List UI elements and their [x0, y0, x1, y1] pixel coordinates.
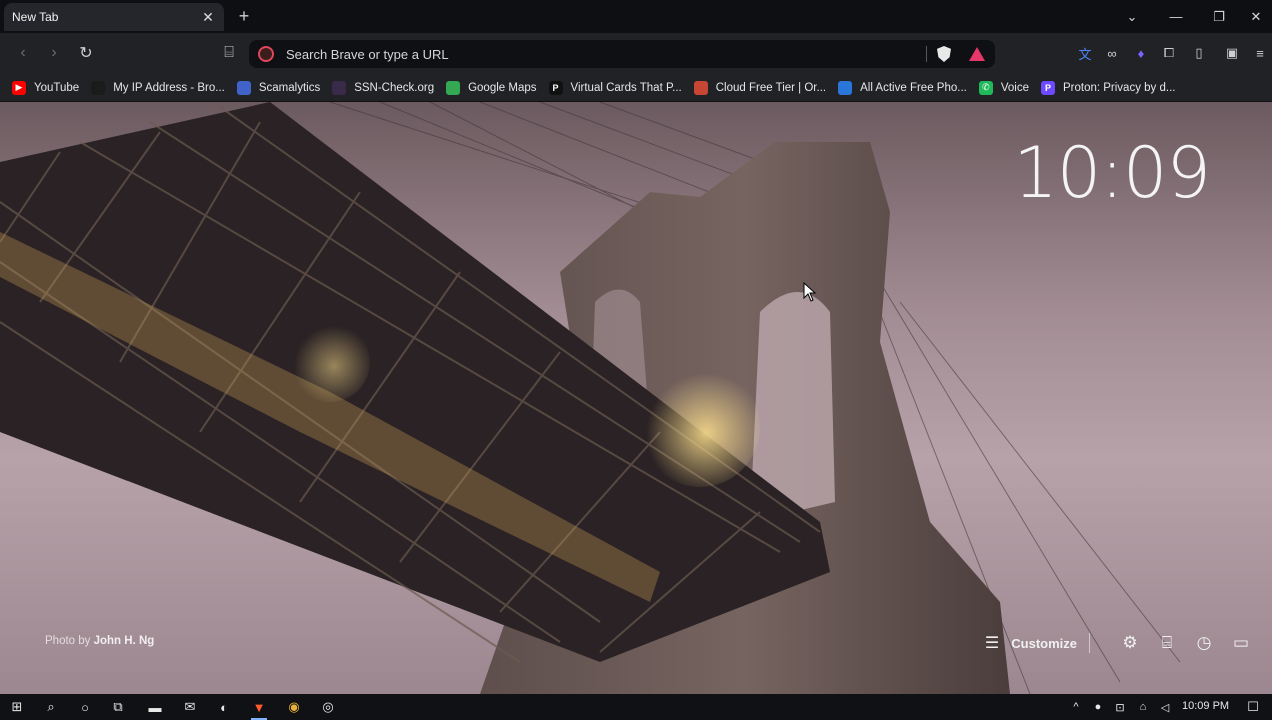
bookmark-label: Google Maps	[468, 81, 537, 94]
glasses-icon[interactable]: ∞	[1102, 43, 1122, 63]
network-share-icon[interactable]: ⊡	[1110, 697, 1130, 717]
phone-icon: ✆	[978, 80, 993, 95]
tab-title: New Tab	[12, 10, 59, 24]
bookmarks-bar: ▶ YouTube My IP Address - Bro... Scamalytic…	[0, 74, 1272, 102]
bookmark-item[interactable]: Cloud Free Tier | Or...	[692, 77, 832, 99]
bookmark-label: Proton: Privacy by d...	[1062, 81, 1176, 94]
taskbar-clock[interactable]: 10:09 PM	[1182, 700, 1229, 712]
microphone-icon[interactable]: ●	[1088, 697, 1108, 717]
bookmark-item[interactable]: All Active Free Pho...	[836, 77, 973, 99]
youtube-icon: ▶	[12, 80, 26, 95]
clock: 10:09	[1013, 132, 1211, 214]
file-explorer-icon[interactable]: ▬	[145, 697, 165, 717]
puzzle-icon[interactable]: ⧠	[1159, 43, 1179, 63]
chrome-icon[interactable]: ◉	[284, 697, 304, 717]
customize-icon: ☰	[984, 635, 1000, 652]
wallet-icon[interactable]: ▣	[1222, 43, 1242, 63]
taskbar: 10:09 PM ☐ ⊞ ⌕ ○ ⧉ ▬ ✉ ◐ ▼ ◉ ◎ ^ ● ⊡ ⌂ ◁	[0, 694, 1272, 720]
brave-shields-icon[interactable]	[937, 46, 951, 62]
search-icon[interactable]: ⌕	[41, 697, 61, 717]
notification-center-icon[interactable]: ☐	[1243, 697, 1263, 717]
bookmark-item[interactable]: Google Maps	[444, 77, 542, 99]
forward-button[interactable]: ›	[43, 42, 65, 64]
p-icon: P	[548, 80, 563, 95]
photo-credit-prefix: Photo by	[45, 635, 91, 647]
bookmark-item[interactable]: P Proton: Privacy by d...	[1039, 77, 1182, 99]
bookmark-label: Voice	[1000, 81, 1029, 94]
bookmark-label: All Active Free Pho...	[860, 81, 967, 94]
bookmark-label: My IP Address - Bro...	[113, 81, 225, 94]
app-icon[interactable]: ◎	[318, 697, 338, 717]
minimize-button[interactable]: —	[1154, 0, 1198, 33]
shield-icon	[236, 80, 251, 95]
new-tab-button[interactable]: +	[234, 6, 254, 26]
oracle-icon	[693, 80, 708, 95]
flame-icon[interactable]: ♦	[1131, 43, 1151, 63]
proton-icon: P	[1040, 80, 1055, 95]
settings-icon[interactable]: ⚙	[1119, 632, 1141, 654]
customize-button[interactable]: ☰ Customize	[985, 633, 1090, 653]
mouse-cursor-icon	[803, 282, 817, 302]
address-input[interactable]: Search Brave or type a URL	[286, 47, 926, 62]
back-button[interactable]: ‹	[12, 42, 34, 64]
bookmark-label: Scamalytics	[258, 81, 321, 94]
reload-button[interactable]: ↻	[75, 42, 97, 64]
tab-close-icon[interactable]: ✕	[200, 9, 216, 25]
mail-icon[interactable]: ✉	[180, 697, 200, 717]
bookmark-item[interactable]: Scamalytics	[235, 77, 326, 99]
photo-credit[interactable]: Photo by John H. Ng	[45, 635, 154, 647]
toolbar: ‹ › ↻ ⌸ Search Brave or type a URL 文 ∞ ♦…	[0, 33, 1272, 74]
bookmark-label: SSN-Check.org	[354, 81, 435, 94]
network-icon[interactable]: ⌂	[1133, 697, 1153, 717]
cortana-icon[interactable]: ○	[75, 697, 95, 717]
photo-credit-author[interactable]: John H. Ng	[94, 635, 155, 647]
bookmark-item[interactable]: My IP Address - Bro...	[89, 77, 231, 99]
bookmark-label: Virtual Cards That P...	[570, 81, 682, 94]
menu-icon[interactable]: ≡	[1250, 43, 1270, 63]
phone-site-icon	[838, 80, 853, 95]
bookmark-item[interactable]: P Virtual Cards That P...	[547, 77, 688, 99]
translate-icon[interactable]: 文	[1075, 43, 1095, 63]
brave-rewards-icon[interactable]	[969, 47, 985, 61]
task-view-icon[interactable]: ⧉	[108, 697, 128, 717]
history-icon[interactable]: ◷	[1193, 632, 1215, 654]
ssn-icon	[332, 80, 347, 95]
tab-new-tab[interactable]: New Tab ✕	[4, 3, 224, 31]
new-tab-page: 10:09 Photo by John H. Ng ☰ Customize ⚙ …	[0, 102, 1272, 694]
ntp-toolbar: ☰ Customize ⚙ ⌸ ◷ ▭	[985, 628, 1252, 658]
tray-chevron-icon[interactable]: ^	[1066, 697, 1086, 717]
address-bar[interactable]: Search Brave or type a URL	[249, 40, 995, 68]
bookmark-item[interactable]: ▶ YouTube	[10, 77, 85, 99]
close-window-button[interactable]: ✕	[1240, 0, 1272, 33]
sidebar-icon[interactable]: ▯	[1189, 43, 1209, 63]
bookmark-page-button[interactable]: ⌸	[218, 42, 240, 64]
video-call-icon[interactable]: ▭	[1230, 632, 1252, 654]
tab-search-button[interactable]: ⌄	[1110, 0, 1154, 33]
start-icon[interactable]: ⊞	[7, 697, 27, 717]
tab-strip: New Tab ✕ + ⌄ — ❐ ✕	[0, 0, 1272, 33]
bookmark-item[interactable]: SSN-Check.org	[330, 77, 440, 99]
bookmark-label: Cloud Free Tier | Or...	[715, 81, 827, 94]
restore-button[interactable]: ❐	[1197, 0, 1241, 33]
omnibox-divider	[926, 46, 927, 62]
bookmark-item[interactable]: ✆ Voice	[977, 77, 1035, 99]
map-pin-icon	[446, 80, 461, 95]
mask-icon	[91, 80, 106, 95]
bookmarks-icon[interactable]: ⌸	[1156, 632, 1178, 654]
edge-icon[interactable]: ◐	[214, 697, 234, 717]
search-engine-icon	[258, 46, 274, 62]
bookmark-label: YouTube	[34, 81, 80, 94]
volume-icon[interactable]: ◁	[1155, 697, 1175, 717]
brave-icon[interactable]: ▼	[249, 697, 269, 720]
customize-label: Customize	[1011, 635, 1077, 651]
